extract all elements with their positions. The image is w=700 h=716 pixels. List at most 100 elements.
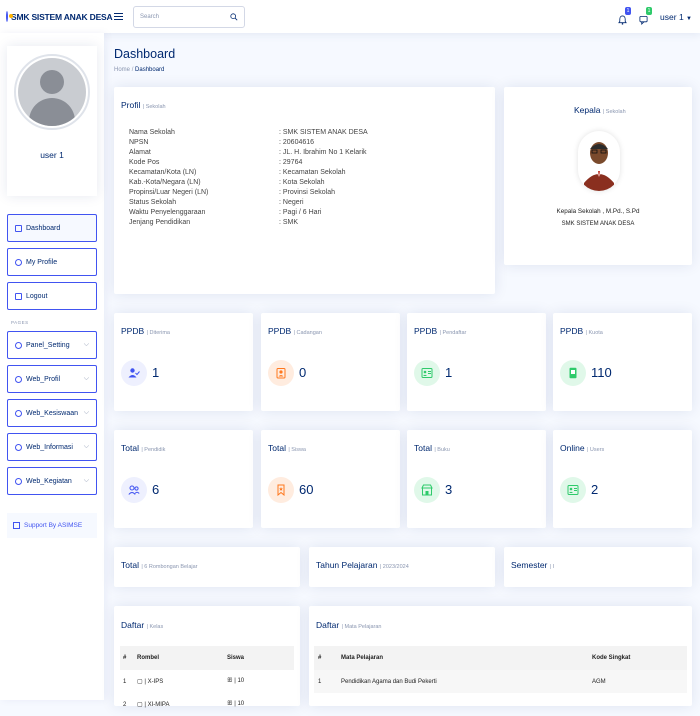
sidebar-item-dashboard[interactable]: Dashboard xyxy=(7,214,97,242)
card-title-text: PPDB xyxy=(414,326,438,336)
sidebar-item-web-kegiatan[interactable]: Web_Kegiatan ⌵ xyxy=(7,467,97,495)
sidebar-profile-card: user 1 xyxy=(7,46,97,196)
stat-value: 3 xyxy=(445,482,453,497)
grid-icon xyxy=(15,224,22,232)
table-header-row: # Mata Pelajaran Kode Singkat xyxy=(314,646,687,670)
card-title-text: PPDB xyxy=(560,326,584,336)
menu-toggle-icon[interactable] xyxy=(114,10,123,22)
avatar xyxy=(14,54,90,130)
chevron-down-icon: ⌵ xyxy=(83,375,89,382)
stat-value: 0 xyxy=(299,365,307,380)
stat-card: Total | Buku 3 xyxy=(407,430,546,528)
sidebar-item-label: Web_Kesiswaan xyxy=(26,409,79,417)
app-logo[interactable]: SMK SISTEM ANAK DESA xyxy=(6,11,113,22)
card-title-text: Total xyxy=(268,443,286,453)
stat-card: Total | Siswa 60 xyxy=(261,430,400,528)
caret-down-icon: ▼ xyxy=(686,15,692,22)
card-title-text: Daftar xyxy=(316,620,340,630)
sidebar-item-web-profil[interactable]: Web_Profil ⌵ xyxy=(7,365,97,393)
table-cell: AGM xyxy=(592,678,606,685)
default-user-icon xyxy=(18,58,86,126)
profil-field-label: NPSN xyxy=(129,139,149,146)
kepala-school: SMK SISTEM ANAK DESA xyxy=(561,221,635,227)
person-icon xyxy=(15,258,22,266)
profil-row: Kecamatan/Kota (LN) : Kecamatan Sekolah xyxy=(129,168,368,178)
grid-icon xyxy=(13,522,20,529)
profil-field-label: Alamat xyxy=(129,149,151,156)
sidebar-item-web-informasi[interactable]: Web_Informasi ⌵ xyxy=(7,433,97,461)
sidebar-item-logout[interactable]: Logout xyxy=(7,282,97,310)
notifications-bell-icon[interactable]: 1 xyxy=(618,6,632,25)
profil-card-title: Profil | Sekolah xyxy=(121,100,166,110)
user-check-icon xyxy=(121,360,147,386)
sidebar-item-my-profile[interactable]: My Profile xyxy=(7,248,97,276)
card-title-text: Total xyxy=(121,443,139,453)
card-subtitle: | Kelas xyxy=(146,624,164,630)
card-subtitle: | Kuota xyxy=(585,330,603,336)
search-icon[interactable] xyxy=(230,12,238,21)
card-subtitle: | Pendidik xyxy=(141,447,166,453)
stat-card-title: PPDB | Cadangan xyxy=(268,326,322,336)
profil-field-label: Propinsi/Luar Negeri (LN) xyxy=(129,189,209,196)
support-link[interactable]: Support By ASIMSE xyxy=(7,513,97,538)
class-icon: ▢ | xyxy=(137,702,148,708)
profil-table: Nama Sekolah: SMK SISTEM ANAK DESA NPSN: … xyxy=(129,128,368,228)
card-subtitle: | Users xyxy=(586,447,605,453)
stat-value: 1 xyxy=(445,365,453,380)
table-header-cell: Kode Singkat xyxy=(592,655,631,661)
shop-icon xyxy=(414,477,440,503)
stat-card: Online | Users 2 xyxy=(553,430,692,528)
breadcrumb-home[interactable]: Home xyxy=(114,67,130,73)
page-title: Dashboard xyxy=(114,47,176,61)
profil-field-value: : Provinsi Sekolah xyxy=(279,189,336,196)
profil-field-value: : SMK SISTEM ANAK DESA xyxy=(279,129,368,136)
profil-field-label: Status Sekolah xyxy=(129,199,177,206)
table-cell: 1 xyxy=(123,678,127,685)
sidebar-item-panel-setting[interactable]: Panel_Setting ⌵ xyxy=(7,331,97,359)
globe-icon xyxy=(15,409,22,417)
stat-card-title: Total | Siswa xyxy=(268,443,306,453)
stat-card-title: Total | Pendidik xyxy=(121,443,165,453)
daftar-mapel-title: Daftar | Mata Pelajaran xyxy=(316,620,381,630)
logo-icon xyxy=(6,11,13,22)
user-menu-label: user 1 xyxy=(660,11,684,22)
stat-card-title: PPDB | Pendaftar xyxy=(414,326,466,336)
info-card-title: Total | 6 Rombongan Belajar xyxy=(121,560,198,570)
profil-row: NPSN: 20604616 xyxy=(129,138,368,148)
sidebar: user 1 Dashboard My Profile Logout PAGES… xyxy=(0,33,104,700)
table-header-cell: Rombel xyxy=(137,655,160,661)
profil-field-value: : Kecamatan Sekolah xyxy=(279,169,346,176)
profil-field-label: Kecamatan/Kota (LN) xyxy=(129,169,197,176)
students-icon: ꕥ | xyxy=(227,678,238,684)
student-count: 10 xyxy=(237,701,245,707)
sidebar-item-label: Panel_Setting xyxy=(26,341,70,349)
stat-card: PPDB | Kuota 110 xyxy=(553,313,692,411)
card-subtitle: | Cadangan xyxy=(293,330,322,336)
table-header-cell: Siswa xyxy=(227,655,245,661)
table-cell: ▢ | X-IPS xyxy=(132,678,227,685)
globe-icon xyxy=(15,477,22,485)
stat-value: 60 xyxy=(299,482,314,497)
card-subtitle: | 6 Rombongan Belajar xyxy=(141,564,198,570)
profil-field-value: : JL. H. Ibrahim No 1 Kelarik xyxy=(279,149,367,156)
sidebar-item-label: Dashboard xyxy=(26,224,61,232)
search-input[interactable]: Search xyxy=(133,5,245,28)
breadcrumb-separator: / xyxy=(131,67,134,73)
card-title-text: Daftar xyxy=(121,620,145,630)
user-menu[interactable]: user 1 ▼ xyxy=(660,12,692,22)
messages-chat-icon[interactable]: 1 xyxy=(639,6,653,25)
breadcrumb: Home / Dashboard xyxy=(114,67,164,73)
daftar-kelas-title: Daftar | Kelas xyxy=(121,620,163,630)
table-header-cell: # xyxy=(123,655,127,661)
card-title-text: Online xyxy=(560,443,585,453)
top-header: SMK SISTEM ANAK DESA Search 1 1 user 1 ▼ xyxy=(0,0,700,33)
sidebar-item-label: Web_Kegiatan xyxy=(26,477,72,485)
stat-value: 110 xyxy=(591,365,612,380)
profil-row: Jenjang Pendidikan: SMK xyxy=(129,218,368,228)
student-count: 10 xyxy=(237,678,245,684)
sidebar-item-web-kesiswaan[interactable]: Web_Kesiswaan ⌵ xyxy=(7,399,97,427)
card-subtitle: | Pendaftar xyxy=(439,330,467,336)
chevron-down-icon: ⌵ xyxy=(83,341,89,348)
card-title-text: Tahun Pelajaran xyxy=(316,560,378,570)
profil-field-label: Kab.-Kota/Negara (LN) xyxy=(129,179,201,186)
